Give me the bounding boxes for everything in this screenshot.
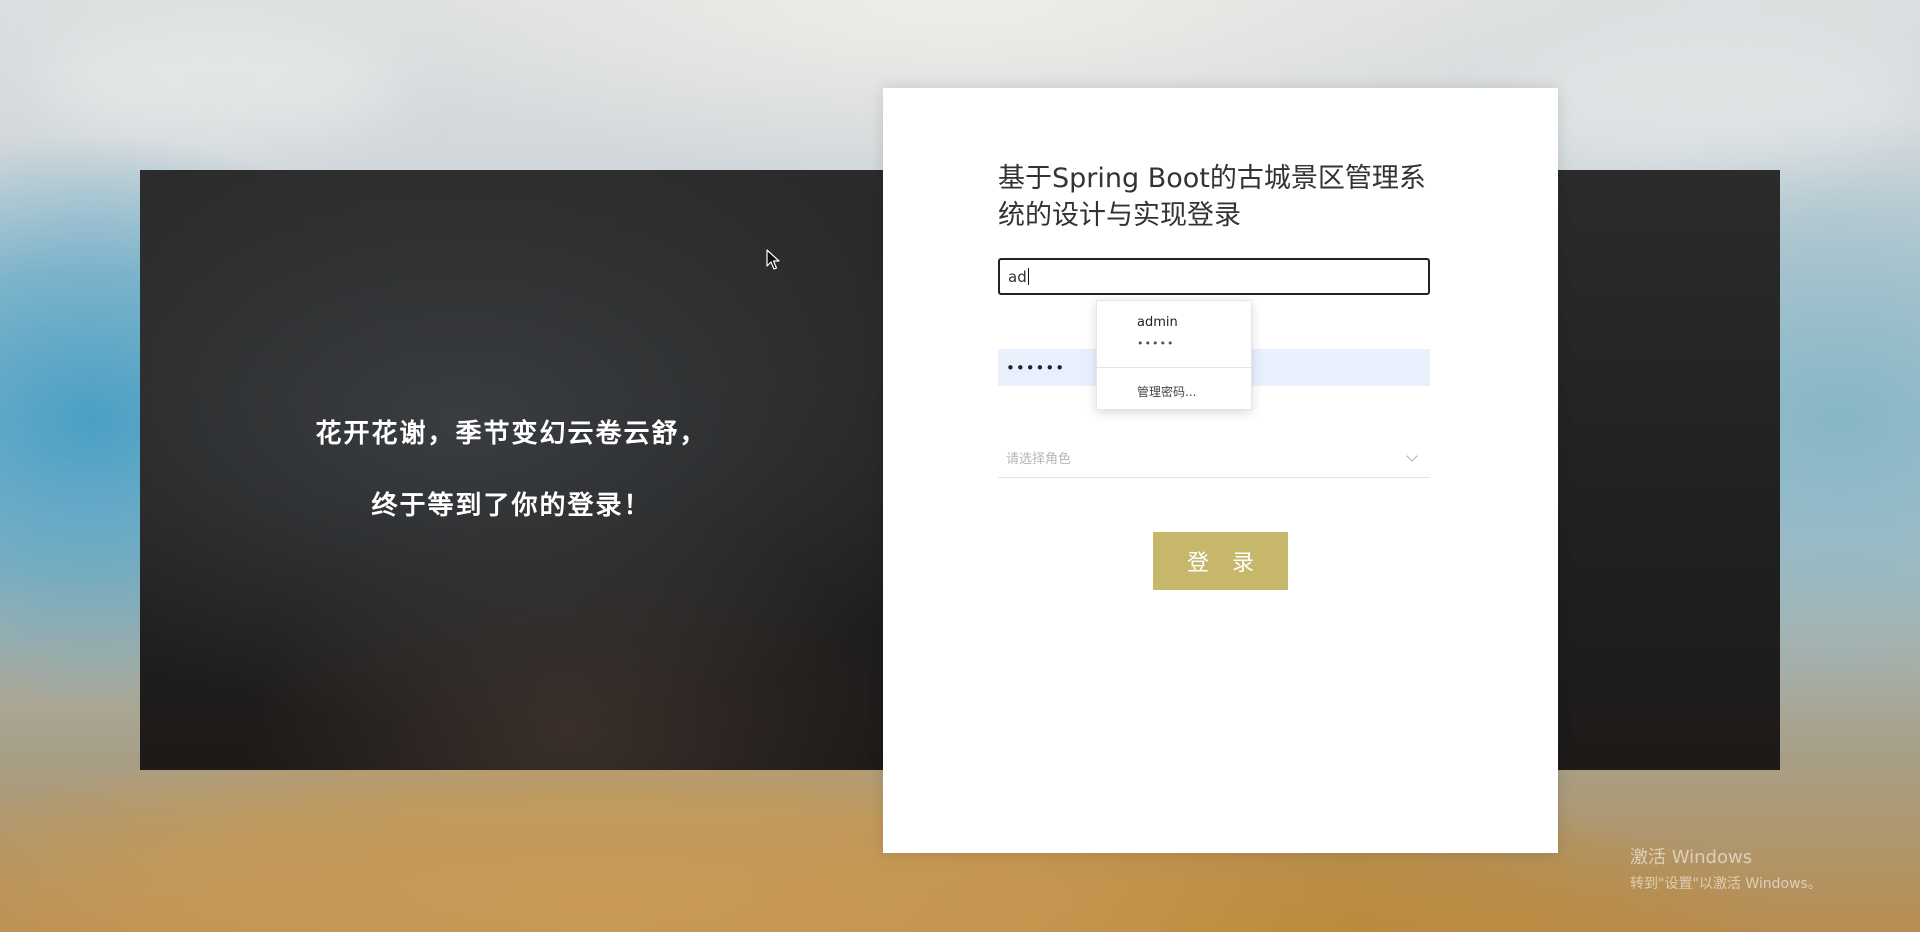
username-input[interactable]: ad bbox=[998, 258, 1430, 295]
login-title: 基于Spring Boot的古城景区管理系统的设计与实现登录 bbox=[998, 163, 1426, 231]
autocomplete-dropdown: admin ••••• 管理密码... bbox=[1096, 300, 1252, 410]
password-value: •••••• bbox=[1006, 358, 1066, 377]
login-card: 基于Spring Boot的古城景区管理系统的设计与实现登录 ad ••••••… bbox=[883, 88, 1558, 853]
mouse-cursor-icon bbox=[766, 249, 780, 270]
background-cloud bbox=[40, 20, 400, 140]
divider bbox=[1097, 367, 1251, 368]
username-value: ad bbox=[1008, 267, 1027, 286]
autocomplete-suggestion[interactable]: admin ••••• bbox=[1097, 301, 1251, 367]
suggestion-password-mask: ••••• bbox=[1137, 337, 1175, 350]
login-button[interactable]: 登 录 bbox=[1153, 532, 1288, 590]
background-cloud bbox=[1500, 30, 1920, 170]
windows-activation-watermark: 激活 Windows 转到"设置"以激活 Windows。 bbox=[1630, 843, 1822, 893]
quote-line-2: 终于等到了你的登录！ bbox=[371, 491, 652, 521]
text-caret bbox=[1027, 268, 1029, 285]
chevron-down-icon bbox=[1406, 449, 1418, 462]
quote-line-1: 花开花谢，季节变幻云卷云舒， bbox=[315, 419, 708, 449]
suggestion-username: admin bbox=[1137, 315, 1178, 330]
manage-passwords-link[interactable]: 管理密码... bbox=[1137, 383, 1196, 400]
watermark-line-1: 激活 Windows bbox=[1630, 847, 1753, 868]
role-select[interactable]: 请选择角色 bbox=[998, 438, 1430, 478]
watermark-line-2: 转到"设置"以激活 Windows。 bbox=[1630, 876, 1822, 892]
role-placeholder: 请选择角色 bbox=[1006, 452, 1072, 467]
